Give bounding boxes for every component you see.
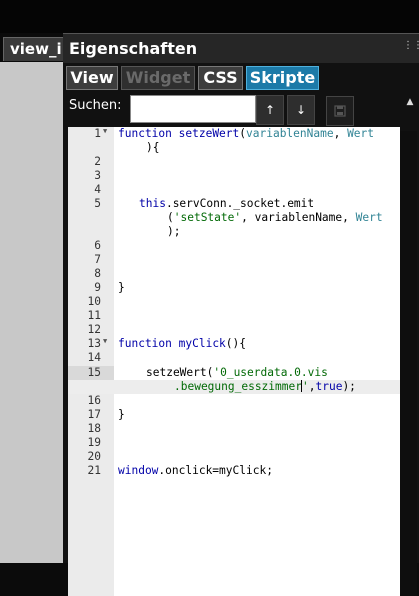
code-editor[interactable]: 1 ▼ function setzeWert(variablenName, We… <box>68 127 400 596</box>
search-input[interactable] <box>130 95 256 123</box>
line-number: 13 <box>87 337 101 350</box>
code-text: setzeWert('0_userdata.0.vis <box>146 366 328 379</box>
properties-panel: Eigenschaften ⋮⋮ View Widget CSS Skripte… <box>63 33 419 596</box>
code-text: window.onclick=myClick; <box>118 464 273 477</box>
tab-view[interactable]: View <box>66 66 118 90</box>
fold-arrow-icon[interactable]: ▼ <box>103 337 107 345</box>
line-number: 2 <box>94 155 101 168</box>
line-number: 19 <box>87 436 101 449</box>
line-number: 16 <box>87 394 101 407</box>
code-text: function myClick(){ <box>118 337 247 350</box>
line-number: 1 <box>94 127 101 140</box>
line-number: 3 <box>94 169 101 182</box>
arrow-up-icon: ↑ <box>264 103 276 117</box>
panel-header: Eigenschaften ⋮⋮ <box>63 33 419 63</box>
line-number: 15 <box>87 366 101 379</box>
line-number: 21 <box>87 464 101 477</box>
code-text: } <box>118 281 125 294</box>
line-number: 10 <box>87 295 101 308</box>
top-bar <box>0 0 419 33</box>
search-down-button[interactable]: ↓ <box>287 95 315 125</box>
code-text: } <box>118 408 125 421</box>
line-number: 17 <box>87 408 101 421</box>
resize-handle-icon[interactable]: ⋮⋮ <box>403 41 419 56</box>
tab-skripte[interactable]: Skripte <box>246 66 319 90</box>
save-button[interactable] <box>326 96 354 126</box>
code-text: .bewegung_esszimmer',true); <box>174 380 356 393</box>
canvas-area <box>0 62 63 563</box>
save-icon <box>334 105 346 117</box>
line-number: 5 <box>94 197 101 210</box>
tab-css[interactable]: CSS <box>198 66 243 90</box>
search-label: Suchen: <box>69 98 122 113</box>
search-up-button[interactable]: ↑ <box>256 95 284 125</box>
code-text: function setzeWert(variablenName, Wert <box>118 127 375 140</box>
line-number: 20 <box>87 450 101 463</box>
line-number: 14 <box>87 351 101 364</box>
fold-arrow-icon[interactable]: ▼ <box>103 127 107 135</box>
arrow-down-icon: ↓ <box>295 103 307 117</box>
view-tab[interactable]: view_i <box>3 37 67 61</box>
code-text: this.servConn._socket.emit <box>139 197 315 210</box>
code-text: ); <box>167 225 181 238</box>
line-number: 11 <box>87 309 101 322</box>
scroll-up-arrow-icon[interactable]: ▲ <box>403 96 417 108</box>
code-text: ){ <box>146 141 160 154</box>
line-number: 7 <box>94 253 101 266</box>
line-number: 18 <box>87 422 101 435</box>
line-number: 9 <box>94 281 101 294</box>
code-text: ('setState', variablenName, Wert <box>167 211 383 224</box>
line-number: 6 <box>94 239 101 252</box>
panel-title: Eigenschaften <box>69 39 198 58</box>
line-number: 12 <box>87 323 101 336</box>
line-number: 4 <box>94 183 101 196</box>
vertical-scrollbar[interactable] <box>400 131 417 596</box>
tab-widget[interactable]: Widget <box>121 66 195 90</box>
line-number: 8 <box>94 267 101 280</box>
